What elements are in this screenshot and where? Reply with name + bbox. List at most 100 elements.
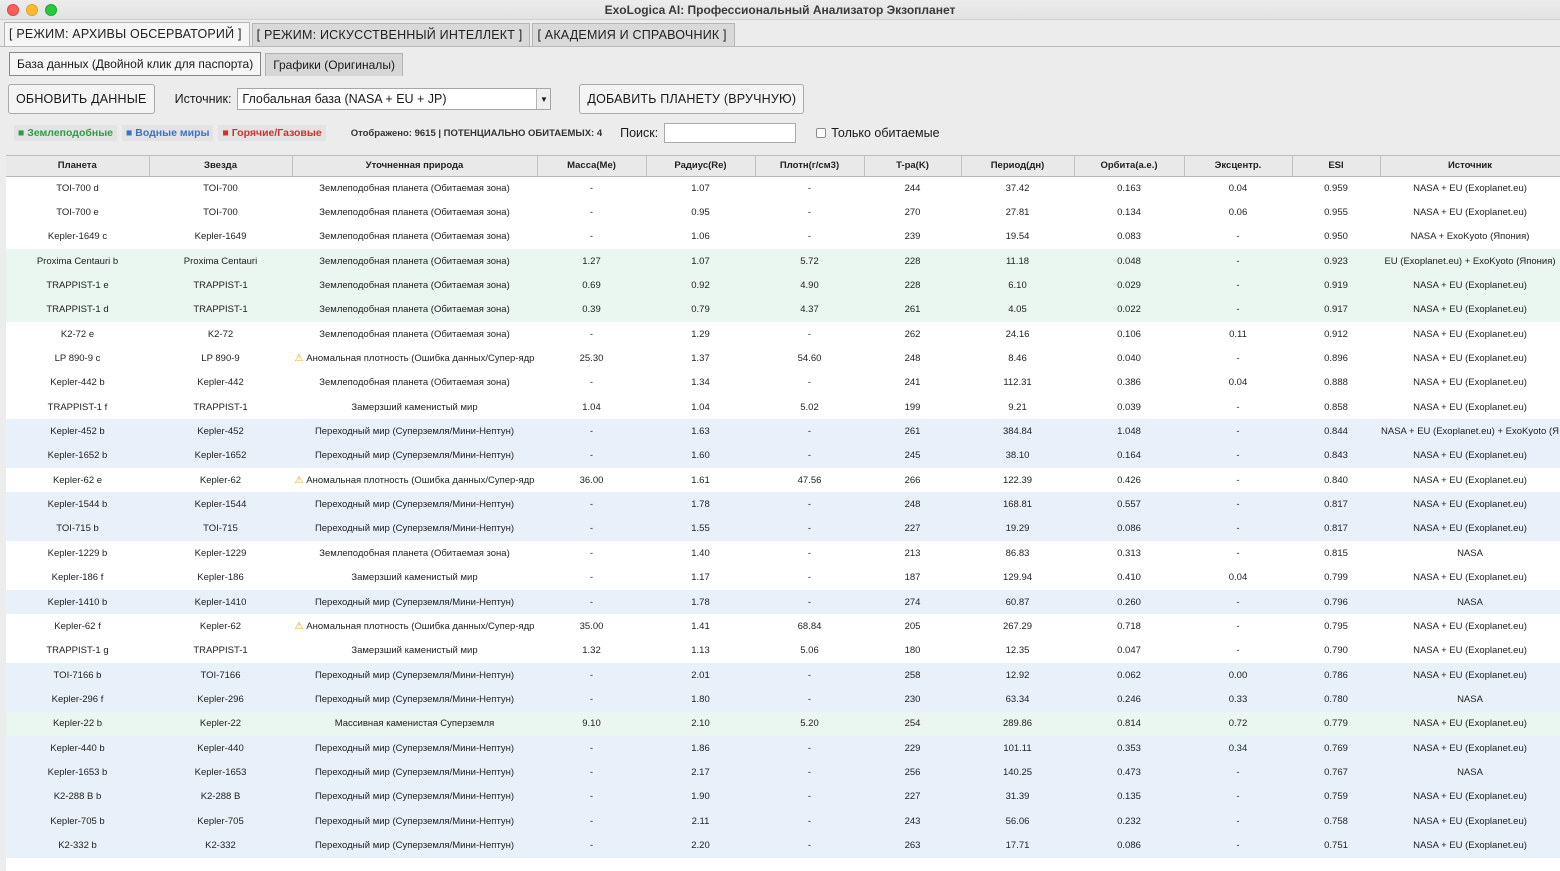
table-cell: 0.086 (1074, 516, 1184, 542)
table-cell: 2.01 (646, 662, 755, 688)
table-row[interactable]: Kepler-1653 b Kepler-1653 Переходный мир (… (6, 760, 1560, 785)
column-header[interactable]: Звезда (149, 156, 293, 177)
table-row[interactable]: Kepler-452 b Kepler-452 Переходный мир (Су… (6, 419, 1560, 444)
table-cell: K2-288 B (149, 784, 292, 809)
table-row[interactable]: Kepler-442 b Kepler-442 Землеподобная план… (6, 370, 1560, 396)
table-cell: NASA + EU (Exoplanet.eu) (1380, 322, 1560, 347)
table-cell: LP 890-9 c (6, 346, 149, 371)
table-cell: 274 (864, 589, 961, 615)
only-habitable-checkbox[interactable]: Только обитаемые (816, 126, 940, 140)
table-row[interactable]: Kepler-186 f Kepler-186 Замерзший каменист… (6, 565, 1560, 590)
table-row[interactable]: K2-332 b K2-332 Переходный мир (Суперземля… (6, 833, 1560, 858)
table-cell: NASA + EU (Exoplanet.eu) (1380, 833, 1560, 858)
table-row[interactable]: TOI-700 d TOI-700 Землеподобная планета (О… (6, 176, 1560, 201)
tab-archives-mode[interactable]: [ РЕЖИМ: АРХИВЫ ОБСЕРВАТОРИЙ ] (4, 22, 250, 46)
table-cell: 1.78 (646, 589, 755, 615)
table-cell: 0.11 (1184, 322, 1292, 347)
column-header[interactable]: Орбита(а.е.) (1074, 156, 1185, 177)
table-cell: 0.410 (1074, 565, 1184, 590)
column-header[interactable]: Планета (6, 156, 150, 177)
close-window-button[interactable] (7, 4, 19, 16)
table-cell: 243 (864, 808, 961, 834)
table-cell: 0.896 (1292, 346, 1380, 371)
table-row[interactable]: Kepler-440 b Kepler-440 Переходный мир (Су… (6, 735, 1560, 761)
table-cell: 0.786 (1292, 662, 1380, 688)
table-cell: - (537, 176, 646, 201)
table-cell: 31.39 (961, 784, 1074, 809)
table-row[interactable]: Kepler-1652 b Kepler-1652 Переходный мир (… (6, 443, 1560, 469)
table-cell: 25.30 (537, 346, 646, 371)
column-header[interactable]: Период(дн) (961, 156, 1075, 177)
column-header[interactable]: Уточненная природа (292, 156, 538, 177)
tab-ai-mode[interactable]: [ РЕЖИМ: ИСКУССТВЕННЫЙ ИНТЕЛЛЕКТ ] (251, 23, 531, 46)
table-row[interactable]: TRAPPIST-1 g TRAPPIST-1 Замерзший каменист… (6, 638, 1560, 663)
table-cell: Землеподобная планета (Обитаемая зона) (292, 273, 537, 298)
table-row[interactable]: TRAPPIST-1 f TRAPPIST-1 Замерзший каменист… (6, 395, 1560, 420)
table-cell: 0.92 (646, 273, 755, 298)
table-cell: Землеподобная планета (Обитаемая зона) (292, 176, 537, 201)
table-cell: 0.888 (1292, 370, 1380, 396)
maximize-window-button[interactable] (45, 4, 57, 16)
table-row[interactable]: Kepler-1229 b Kepler-1229 Землеподобная пл… (6, 541, 1560, 566)
planets-table-container[interactable]: Планета Звезда Уточненная природа Масса(… (6, 155, 1560, 871)
tab-charts[interactable]: Графики (Оригиналы) (265, 53, 403, 76)
table-row[interactable]: Kepler-22 b Kepler-22 Массивная каменистая… (6, 711, 1560, 736)
table-cell: - (537, 808, 646, 834)
table-row[interactable]: TOI-715 b TOI-715 Переходный мир (Суперзем… (6, 516, 1560, 542)
table-row[interactable]: Kepler-62 e Kepler-62 ⚠ Аномальная плотнос… (6, 468, 1560, 493)
table-cell: 0.79 (646, 297, 755, 323)
minimize-window-button[interactable] (26, 4, 38, 16)
table-row[interactable]: TRAPPIST-1 e TRAPPIST-1 Землеподобная план… (6, 273, 1560, 298)
source-select[interactable]: Глобальная база (NASA + EU + JP) ▼ (237, 88, 552, 110)
search-input[interactable] (664, 123, 797, 143)
table-row[interactable]: K2-288 B b K2-288 B Переходный мир (Суперз… (6, 784, 1560, 809)
add-planet-button[interactable]: ДОБАВИТЬ ПЛАНЕТУ (ВРУЧНУЮ) (579, 84, 805, 114)
table-cell: 5.02 (755, 395, 864, 420)
table-cell: - (537, 662, 646, 688)
column-header[interactable]: T-ра(K) (864, 156, 962, 177)
table-cell: ⚠ Аномальная плотность (Ошибка данных/Су… (292, 468, 537, 493)
tab-academy[interactable]: [ АКАДЕМИЯ И СПРАВОЧНИК ] (532, 23, 735, 46)
table-row[interactable]: Proxima Centauri b Proxima Centauri Землеп… (6, 249, 1560, 274)
column-header[interactable]: ESI (1292, 156, 1381, 177)
table-cell: 228 (864, 273, 961, 298)
table-cell: 1.06 (646, 224, 755, 250)
table-cell: Kepler-296 f (6, 687, 149, 712)
column-header[interactable]: Источник (1380, 156, 1560, 177)
filter-bar: ■ Землеподобные ■ Водные миры ■ Горячие/… (6, 118, 1554, 148)
table-row[interactable]: Kepler-1544 b Kepler-1544 Переходный мир (… (6, 492, 1560, 517)
table-row[interactable]: LP 890-9 c LP 890-9 ⚠ Аномальная плотность… (6, 346, 1560, 371)
table-cell: 262 (864, 322, 961, 347)
column-header[interactable]: Масса(Me) (537, 156, 647, 177)
table-row[interactable]: Kepler-296 f Kepler-296 Переходный мир (Су… (6, 687, 1560, 712)
table-cell: 0.814 (1074, 711, 1184, 736)
refresh-data-button[interactable]: ОБНОВИТЬ ДАННЫЕ (8, 84, 155, 114)
table-row[interactable]: Kepler-1649 c Kepler-1649 Землеподобная пл… (6, 224, 1560, 250)
chevron-down-icon[interactable]: ▼ (536, 89, 551, 109)
checkbox-box[interactable] (816, 128, 827, 138)
table-cell: Переходный мир (Суперземля/Мини-Нептун) (292, 443, 537, 469)
table-cell: Kepler-22 (149, 711, 292, 736)
table-cell: EU (Exoplanet.eu) + ExoKyoto (Япония) (1380, 249, 1560, 274)
table-cell: Kepler-186 f (6, 565, 149, 590)
table-row[interactable]: TRAPPIST-1 d TRAPPIST-1 Землеподобная план… (6, 297, 1560, 323)
table-row[interactable]: Kepler-705 b Kepler-705 Переходный мир (Су… (6, 808, 1560, 834)
table-row[interactable]: K2-72 e K2-72 Землеподобная планета (Обита… (6, 322, 1560, 347)
tab-database[interactable]: База данных (Двойной клик для паспорта) (9, 52, 262, 76)
table-cell: 5.72 (755, 249, 864, 274)
column-header[interactable]: Плотн(г/см3) (755, 156, 865, 177)
table-cell: 129.94 (961, 565, 1074, 590)
table-cell: 187 (864, 565, 961, 590)
table-cell: 229 (864, 735, 961, 761)
table-cell: TOI-700 (149, 200, 292, 225)
column-header[interactable]: Радиус(Re) (646, 156, 756, 177)
table-row[interactable]: TOI-700 e TOI-700 Землеподобная планета (О… (6, 200, 1560, 225)
table-row[interactable]: TOI-7166 b TOI-7166 Переходный мир (Суперз… (6, 662, 1560, 688)
table-cell: Переходный мир (Суперземля/Мини-Нептун) (292, 735, 537, 761)
table-row[interactable]: Kepler-1410 b Kepler-1410 Переходный мир (… (6, 589, 1560, 615)
table-cell: - (1184, 589, 1292, 615)
column-header[interactable]: Эксцентр. (1184, 156, 1293, 177)
table-row[interactable]: Kepler-62 f Kepler-62 ⚠ Аномальная плотнос… (6, 614, 1560, 639)
table-cell: TOI-715 b (6, 516, 149, 542)
table-cell: Kepler-440 b (6, 735, 149, 761)
